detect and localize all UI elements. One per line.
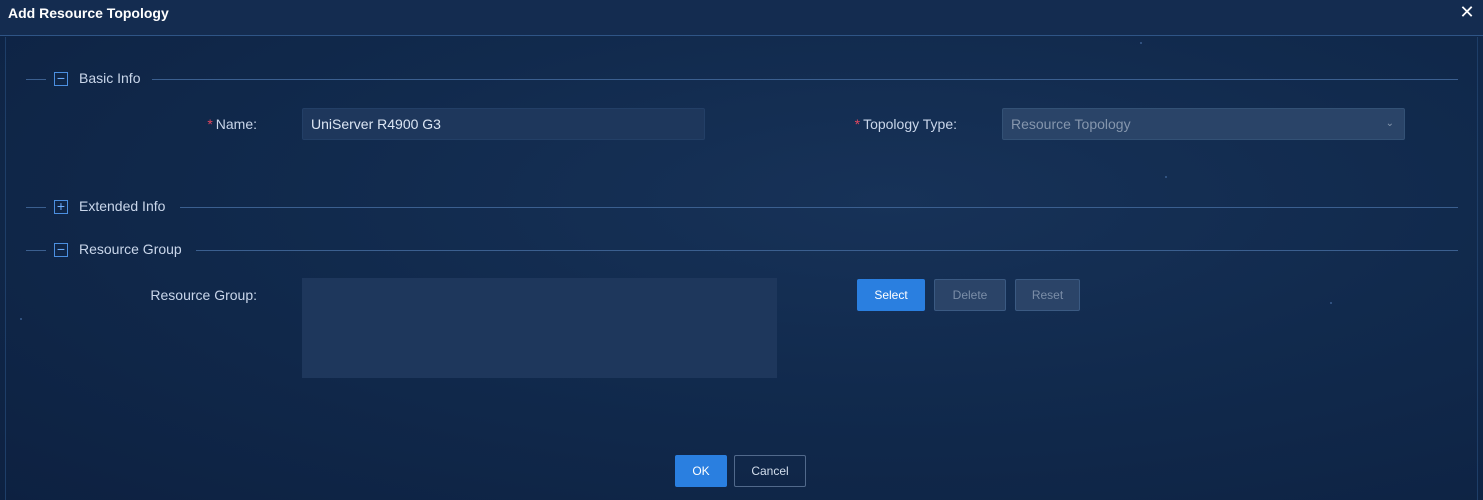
required-marker: * [207,116,213,132]
ok-button[interactable]: OK [675,455,727,487]
chevron-down-icon: ⌄ [1385,118,1394,129]
section-divider [26,207,46,208]
topology-type-label-text: Topology Type: [863,116,957,132]
section-resource-group: − Resource Group [26,241,1458,261]
section-divider [26,250,46,251]
section-title-basic-info: Basic Info [79,70,141,86]
reset-button[interactable]: Reset [1015,279,1080,311]
select-button[interactable]: Select [857,279,925,311]
resource-group-label: Resource Group: [150,287,257,303]
topology-type-label: * Topology Type: [855,116,957,132]
dialog-titlebar: Add Resource Topology ✕ [0,0,1483,36]
minus-icon[interactable]: − [54,242,68,257]
section-title-extended-info: Extended Info [79,198,166,214]
topology-type-select[interactable]: Resource Topology ⌄ [1002,108,1405,140]
dialog-title: Add Resource Topology [8,5,169,21]
close-icon[interactable]: ✕ [1457,2,1477,22]
section-basic-info: − Basic Info [26,70,1458,90]
name-label: * Name: [207,116,257,132]
section-divider [152,79,1458,80]
topology-type-value: Resource Topology [1011,116,1131,132]
plus-icon[interactable]: + [54,199,68,214]
resource-group-list[interactable] [302,278,777,378]
delete-button[interactable]: Delete [934,279,1006,311]
minus-icon[interactable]: − [54,71,68,86]
add-resource-topology-dialog: Add Resource Topology ✕ − Basic Info * Na… [0,0,1483,500]
name-label-text: Name: [215,116,257,132]
dialog-body [5,37,1478,500]
section-title-resource-group: Resource Group [79,241,182,257]
section-divider [26,79,46,80]
section-extended-info: + Extended Info [26,198,1458,218]
section-divider [196,250,1458,251]
section-divider [180,207,1458,208]
name-input[interactable] [302,108,705,140]
cancel-button[interactable]: Cancel [734,455,806,487]
required-marker: * [854,116,861,132]
